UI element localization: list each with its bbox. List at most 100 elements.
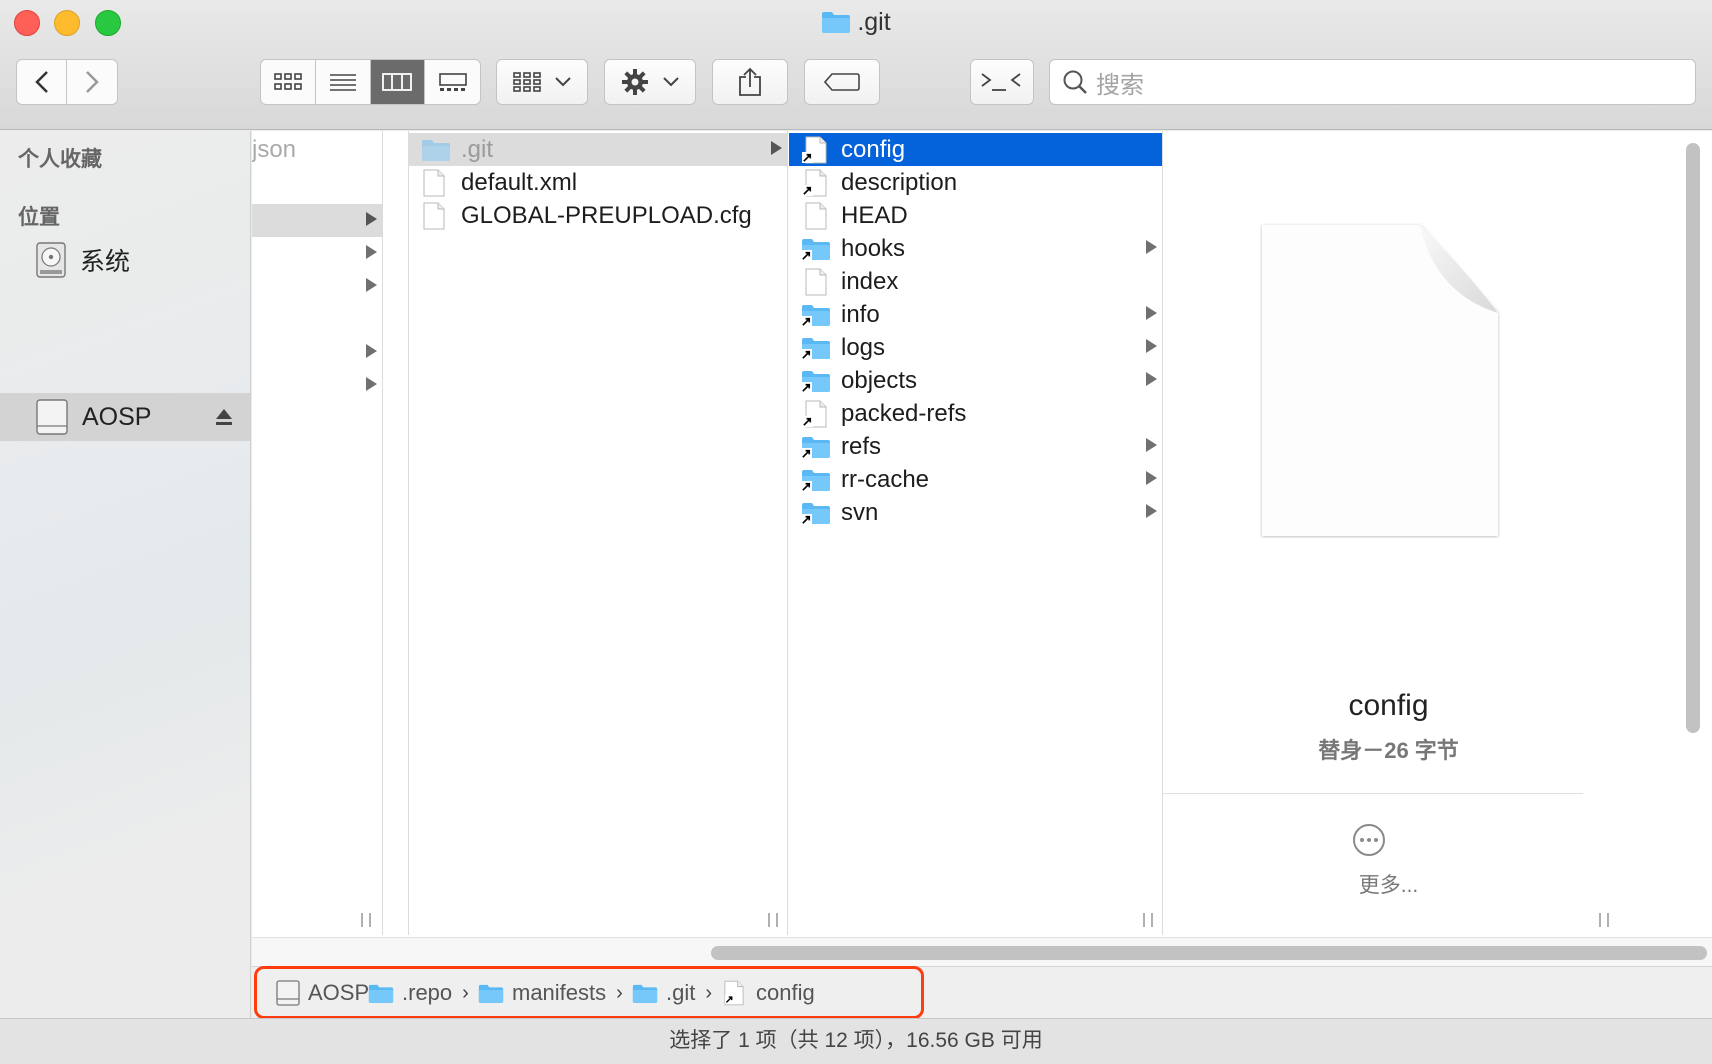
horizontal-scrollbar[interactable] (252, 937, 1712, 966)
list-item[interactable] (252, 237, 382, 270)
search-placeholder: 搜索 (1096, 71, 1144, 99)
partial-item-label: json (252, 135, 297, 163)
scrollbar-thumb[interactable] (1686, 143, 1700, 733)
item-label: svn (841, 498, 879, 526)
divider (1163, 793, 1583, 794)
share-button[interactable] (712, 59, 788, 105)
disclosure-chevron-icon (771, 141, 782, 155)
chevron-right-icon (86, 71, 99, 93)
list-item[interactable]: logs (789, 331, 1162, 364)
item-label: packed-refs (841, 399, 967, 427)
item-label: GLOBAL-PREUPLOAD.cfg (461, 201, 752, 229)
navigation-buttons (16, 59, 118, 105)
column-1[interactable]: json (252, 131, 383, 935)
vertical-scrollbar[interactable] (1686, 137, 1700, 917)
list-item[interactable]: default.xml (409, 166, 787, 199)
list-item[interactable]: hooks (789, 232, 1162, 265)
column-resize-handle[interactable] (1143, 913, 1153, 927)
icon-view-button[interactable] (261, 60, 316, 104)
list-item[interactable]: packed-refs (789, 397, 1162, 430)
view-mode-segmented-control (260, 59, 481, 105)
grid-icon (274, 73, 302, 90)
more-icon[interactable] (1353, 824, 1385, 856)
sidebar-item-aosp[interactable]: AOSP (0, 393, 250, 441)
folder-alias-icon (801, 435, 831, 459)
scrollbar-thumb[interactable] (711, 946, 1707, 960)
disclosure-chevron-icon (1146, 372, 1157, 386)
item-label: .git (461, 135, 494, 163)
list-item[interactable]: rr-cache (789, 463, 1162, 496)
column-resize-handle[interactable] (1599, 913, 1609, 927)
external-drive-icon (36, 399, 68, 435)
grid-icon (513, 72, 541, 92)
group-by-button[interactable] (496, 59, 588, 105)
action-menu-button[interactable] (604, 59, 696, 105)
file-alias-icon (801, 136, 831, 164)
more-button[interactable]: 更多... (1163, 869, 1614, 899)
sidebar-header-favorites: 个人收藏 (18, 148, 102, 171)
forward-button[interactable] (67, 60, 117, 104)
item-label: logs (841, 333, 886, 361)
list-item[interactable] (252, 336, 382, 369)
chevron-left-icon (34, 71, 48, 93)
file-icon (801, 268, 831, 296)
hard-disk-icon (36, 242, 66, 278)
folder-icon (821, 10, 851, 34)
terminal-icon (981, 73, 1021, 91)
columns-icon (382, 73, 413, 91)
tags-button[interactable] (804, 59, 880, 105)
folder-icon (421, 138, 451, 162)
window-title-text: .git (857, 8, 891, 36)
terminal-button[interactable] (970, 59, 1034, 105)
list-item[interactable]: HEAD (789, 199, 1162, 232)
folder-alias-icon (801, 336, 831, 360)
list-item-selected[interactable] (252, 204, 382, 237)
folder-alias-icon (801, 303, 831, 327)
disclosure-chevron-icon (1146, 504, 1157, 518)
share-icon (739, 67, 761, 96)
search-icon (1063, 70, 1087, 94)
back-button[interactable] (17, 60, 67, 104)
eject-button[interactable] (214, 405, 234, 434)
list-item[interactable]: GLOBAL-PREUPLOAD.cfg (409, 199, 787, 232)
preview-file-name: config (1348, 689, 1429, 722)
list-item[interactable]: objects (789, 364, 1162, 397)
folder-alias-icon (801, 468, 831, 492)
column-3[interactable]: config description HEAD hooks index info logs o… (789, 131, 1163, 935)
sidebar-header-locations: 位置 (18, 206, 60, 229)
preview-pane: config 替身－26 字节 更多... (1163, 131, 1614, 935)
column-resize-handle[interactable] (768, 913, 778, 927)
column-view-button[interactable] (370, 60, 426, 104)
list-view-button[interactable] (316, 60, 371, 104)
list-item[interactable] (252, 369, 382, 402)
list-item[interactable]: index (789, 265, 1162, 298)
file-icon (423, 202, 445, 230)
gallery-view-button[interactable] (425, 60, 480, 104)
sidebar-item-system[interactable]: 系统 (0, 236, 250, 284)
list-item[interactable]: json (252, 133, 382, 166)
list-item[interactable]: refs (789, 430, 1162, 463)
item-label: default.xml (461, 168, 578, 196)
list-item-selected[interactable]: .git (409, 133, 787, 166)
item-label: refs (841, 432, 882, 460)
list-item[interactable]: info (789, 298, 1162, 331)
disclosure-chevron-icon (366, 245, 377, 259)
item-label: hooks (841, 234, 906, 262)
folder-alias-icon (801, 501, 831, 525)
file-alias-icon (801, 169, 831, 197)
item-label: HEAD (841, 201, 908, 229)
sidebar: 个人收藏 位置 系统 AOSP (0, 131, 251, 1018)
list-item[interactable] (252, 270, 382, 303)
search-field[interactable]: 搜索 (1049, 59, 1696, 105)
tag-icon (824, 73, 860, 91)
disclosure-chevron-icon (366, 377, 377, 391)
status-bar: 选择了 1 项（共 12 项），16.56 GB 可用 (0, 1018, 1712, 1064)
folder-alias-icon (801, 369, 831, 393)
list-item[interactable]: svn (789, 496, 1162, 529)
column-2[interactable]: .git default.xml GLOBAL-PREUPLOAD.cfg (409, 131, 788, 935)
file-icon (423, 169, 445, 197)
list-item[interactable]: description (789, 166, 1162, 199)
list-item-selected[interactable]: config (789, 133, 1162, 166)
column-resize-handle[interactable] (361, 913, 371, 927)
eject-icon (216, 409, 232, 425)
